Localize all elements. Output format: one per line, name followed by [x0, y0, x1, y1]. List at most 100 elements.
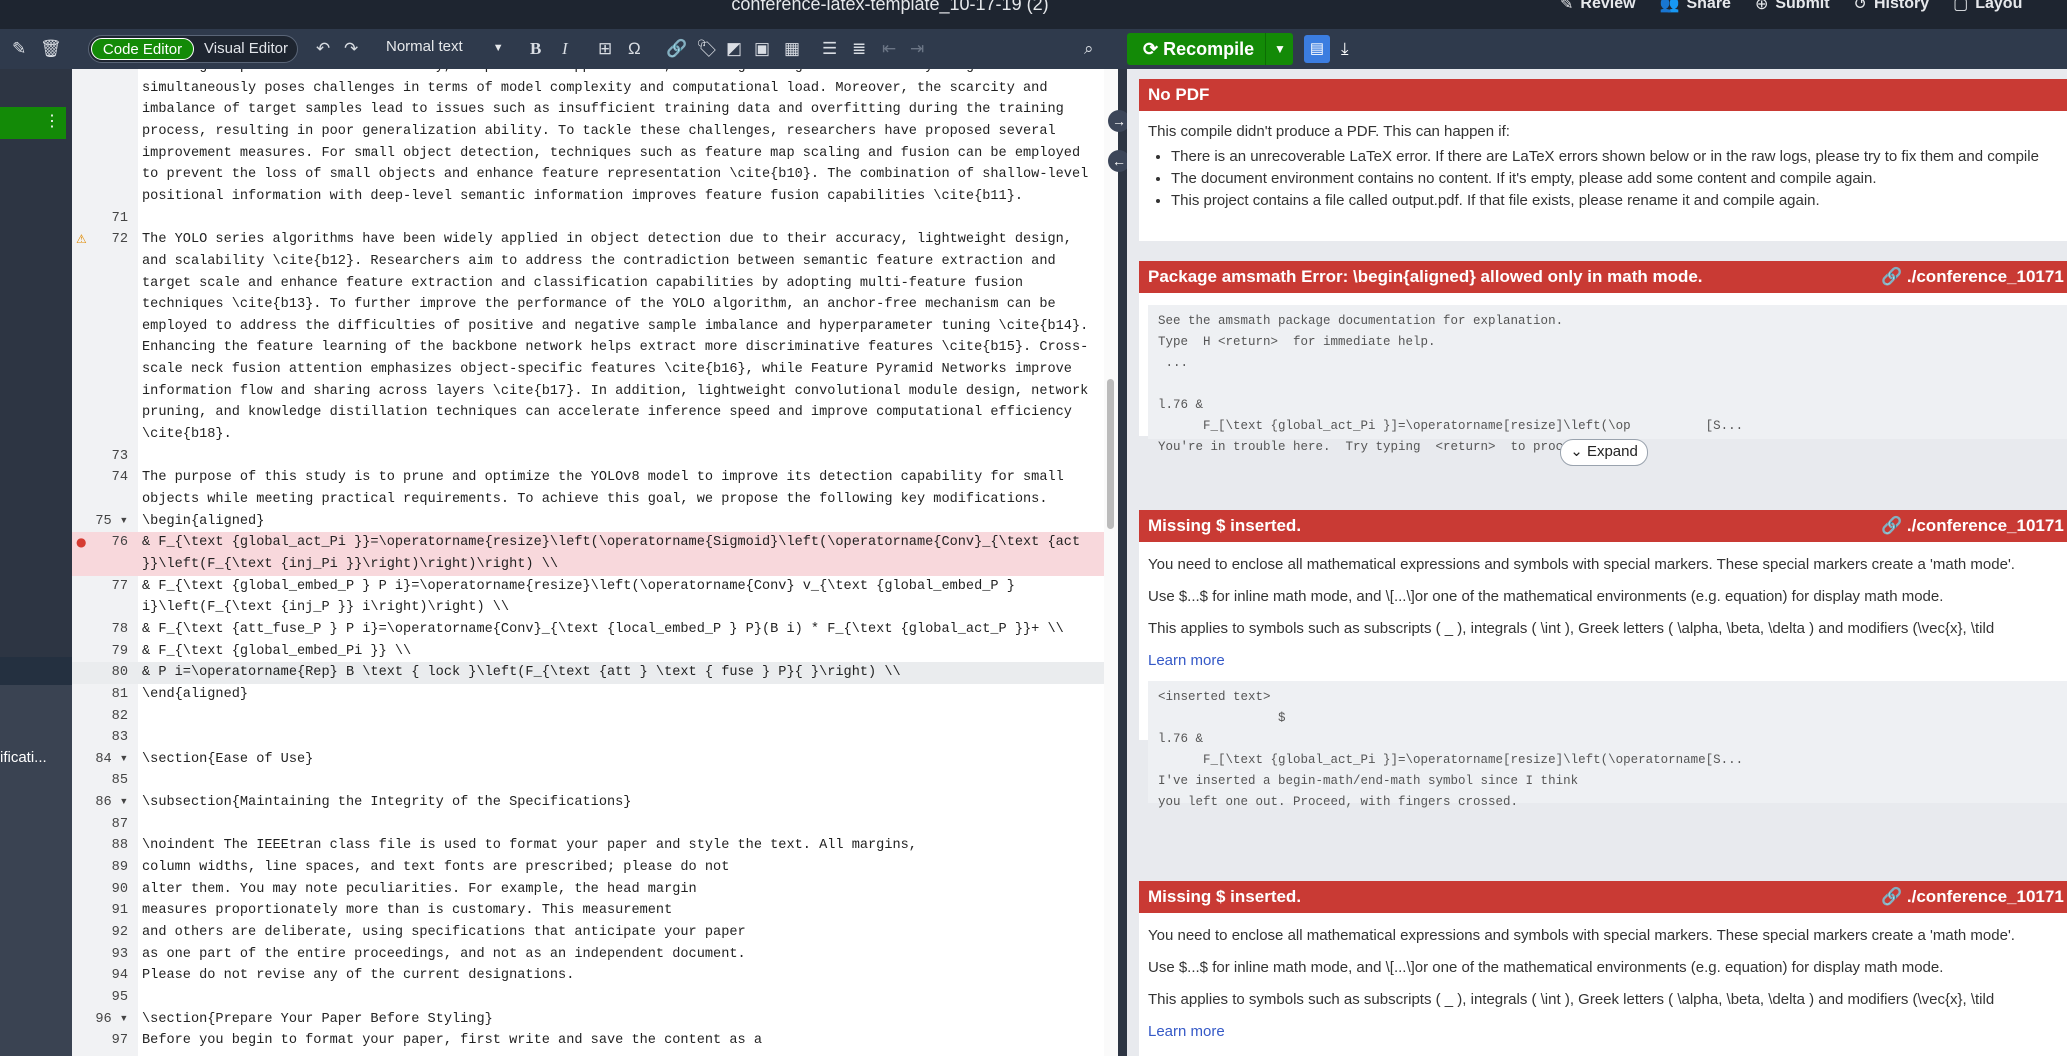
link-icon[interactable]: 🔗 — [666, 38, 687, 60]
code-line[interactable]: i}\left(F_{\text {inj_P }} i\right)\righ… — [72, 597, 1118, 619]
search-icon[interactable]: ⌕ — [1084, 38, 1094, 60]
table-icon[interactable]: ▦ — [784, 38, 800, 60]
code-line[interactable]: and scalability \cite{b12}. Researchers … — [72, 251, 1118, 273]
editor-toolbar: ✎ 🗑 Code Editor Visual Editor ↶ ↷ Normal… — [0, 29, 1127, 69]
warning-icon[interactable]: ⚠ — [76, 229, 87, 251]
goto-file-link[interactable]: 🔗 ./conference_10171 — [1881, 261, 2064, 293]
editor-scrollbar[interactable] — [1104, 69, 1118, 1056]
code-line[interactable]: 83 — [72, 727, 1118, 749]
code-line[interactable]: target scale and enhance feature extract… — [72, 273, 1118, 295]
expand-button[interactable]: ⌄ Expand — [1560, 439, 1648, 466]
line-text: target scale and enhance feature extract… — [142, 275, 1024, 291]
error-icon[interactable]: ● — [76, 532, 86, 554]
code-line[interactable]: positional information with deep-level s… — [72, 186, 1118, 208]
scrollbar-thumb[interactable] — [1107, 379, 1114, 529]
code-line[interactable]: scale neck fusion attention emphasizes o… — [72, 359, 1118, 381]
line-text: to prevent the loss of small objects and… — [142, 167, 1089, 183]
outline-header[interactable] — [0, 657, 72, 685]
more-icon[interactable]: ⋮ — [44, 111, 60, 131]
layout-button[interactable]: ▢ Layou — [1953, 0, 2022, 14]
history-button[interactable]: ↺ History — [1854, 0, 1930, 14]
goto-file-link[interactable]: 🔗 ./conference_10171 — [1881, 510, 2064, 542]
code-line[interactable]: information flow and sharing across laye… — [72, 381, 1118, 403]
bullet-list-icon[interactable]: ☰ — [822, 38, 837, 60]
trash-icon[interactable]: 🗑 — [40, 38, 62, 60]
math-icon[interactable]: ⊞ — [598, 38, 612, 60]
code-line[interactable]: 97 Before you begin to format your paper,… — [72, 1030, 1118, 1052]
code-line[interactable]: 76 & F_{\text {global_act_Pi }}=\operator… — [72, 532, 1118, 554]
download-icon[interactable]: ⤓ — [1341, 35, 1349, 63]
symbol-button[interactable]: Ω — [628, 38, 641, 60]
code-line[interactable]: 89 column widths, line spaces, and text f… — [72, 857, 1118, 879]
learn-more-link[interactable]: Learn more — [1148, 652, 1225, 669]
code-line[interactable]: 77 & F_{\text {global_embed_P } P i}=\ope… — [72, 576, 1118, 598]
numbered-list-icon[interactable]: ≣ — [852, 38, 866, 60]
code-line[interactable]: 88 \noindent The IEEEtran class file is u… — [72, 835, 1118, 857]
code-line[interactable]: 85 — [72, 770, 1118, 792]
code-line[interactable]: simultaneously poses challenges in terms… — [72, 78, 1118, 100]
recompile-button[interactable]: ⟳ Recompile ▼ — [1127, 33, 1293, 65]
code-line[interactable]: employed to address the difficulties of … — [72, 316, 1118, 338]
code-line[interactable]: pruning, and knowledge distillation tech… — [72, 402, 1118, 424]
code-line[interactable]: 95 — [72, 987, 1118, 1009]
code-line[interactable]: Enhancing the feature learning of the ba… — [72, 337, 1118, 359]
code-line[interactable]: 87 — [72, 814, 1118, 836]
image-icon[interactable]: ▣ — [754, 38, 770, 60]
italic-button[interactable]: I — [562, 38, 568, 60]
code-line[interactable]: and large aspect ratios. Additionally, i… — [72, 69, 1118, 78]
code-line[interactable]: \cite{b18}. — [72, 424, 1118, 446]
code-editor-button[interactable]: Code Editor — [91, 38, 194, 60]
share-button[interactable]: 👥 Share — [1660, 0, 1731, 14]
code-line[interactable]: 92 and others are deliberate, using speci… — [72, 922, 1118, 944]
code-line[interactable]: 93 as one part of the entire proceedings,… — [72, 944, 1118, 966]
submit-button[interactable]: ⊕ Submit — [1755, 0, 1830, 14]
code-line[interactable]: 80 & P i=\operatorname{Rep} B \text { loc… — [72, 662, 1118, 684]
text-style-dropdown[interactable]: Normal text ▼ — [386, 38, 504, 55]
code-line[interactable]: 84 ▾ \section{Ease of Use} — [72, 749, 1118, 771]
error-title: Missing $ inserted. 🔗 ./conference_10171 — [1139, 510, 2067, 542]
outdent-icon[interactable]: ⇤ — [882, 38, 896, 60]
code-line[interactable]: 79 & F_{\text {global_embed_Pi }} \\ — [72, 641, 1118, 663]
figure-ref-icon[interactable]: ◩ — [726, 38, 742, 60]
pane-splitter[interactable] — [1118, 69, 1127, 1056]
code-line[interactable]: 81 \end{aligned} — [72, 684, 1118, 706]
code-line[interactable]: improvement measures. For small object d… — [72, 143, 1118, 165]
code-line[interactable]: 74 The purpose of this study is to prune … — [72, 467, 1118, 489]
code-line[interactable]: 86 ▾ \subsection{Maintaining the Integrit… — [72, 792, 1118, 814]
code-line[interactable]: to prevent the loss of small objects and… — [72, 164, 1118, 186]
logs-icon[interactable]: ▤ — [1304, 35, 1330, 63]
code-line[interactable]: techniques \cite{b13}. To further improv… — [72, 294, 1118, 316]
undo-icon[interactable]: ↶ — [316, 38, 330, 60]
code-line[interactable]: 78 & F_{\text {att_fuse_P } P i}=\operato… — [72, 619, 1118, 641]
code-line[interactable]: 82 — [72, 706, 1118, 728]
chevron-down-icon[interactable]: ▼ — [1274, 33, 1286, 65]
code-line[interactable]: 72 The YOLO series algorithms have been w… — [72, 229, 1118, 251]
code-line[interactable]: 94 Please do not revise any of the curren… — [72, 965, 1118, 987]
code-line[interactable]: objects while meeting practical requirem… — [72, 489, 1118, 511]
code-line[interactable]: imbalance of target samples lead to issu… — [72, 99, 1118, 121]
code-editor[interactable]: and large aspect ratios. Additionally, i… — [72, 69, 1118, 1056]
sidebar-active-item[interactable]: ⋮ — [0, 107, 66, 139]
outline-item[interactable]: ificati... — [0, 749, 47, 766]
code-line[interactable]: 91 measures proportionately more than is … — [72, 900, 1118, 922]
code-line[interactable]: }}\left(F_{\text {inj_Pi }}\right)\right… — [72, 553, 1118, 576]
file-tree-sidebar: ⋮ ificati... — [0, 69, 72, 1056]
line-text: column widths, line spaces, and text fon… — [142, 860, 730, 876]
code-line[interactable]: 90 alter them. You may note peculiarities… — [72, 879, 1118, 901]
redo-icon[interactable]: ↷ — [344, 38, 358, 60]
indent-icon[interactable]: ⇥ — [910, 38, 924, 60]
learn-more-link[interactable]: Learn more — [1148, 1023, 1225, 1040]
pencil-icon[interactable]: ✎ — [12, 38, 26, 60]
line-text: \subsection{Maintaining the Integrity of… — [142, 795, 632, 811]
code-line[interactable]: 71 — [72, 208, 1118, 230]
bold-button[interactable]: B — [530, 38, 541, 60]
tag-icon[interactable]: 🏷 — [696, 38, 718, 60]
code-line[interactable]: 96 ▾ \section{Prepare Your Paper Before S… — [72, 1009, 1118, 1031]
goto-file-link[interactable]: 🔗 ./conference_10171 — [1881, 881, 2064, 913]
line-number: 80 — [111, 665, 128, 681]
code-line[interactable]: 75 ▾ \begin{aligned} — [72, 511, 1118, 533]
visual-editor-button[interactable]: Visual Editor — [197, 38, 295, 60]
code-line[interactable]: process, resulting in poor generalizatio… — [72, 121, 1118, 143]
review-button[interactable]: ✎ Review — [1560, 0, 1636, 14]
code-line[interactable]: 73 — [72, 446, 1118, 468]
